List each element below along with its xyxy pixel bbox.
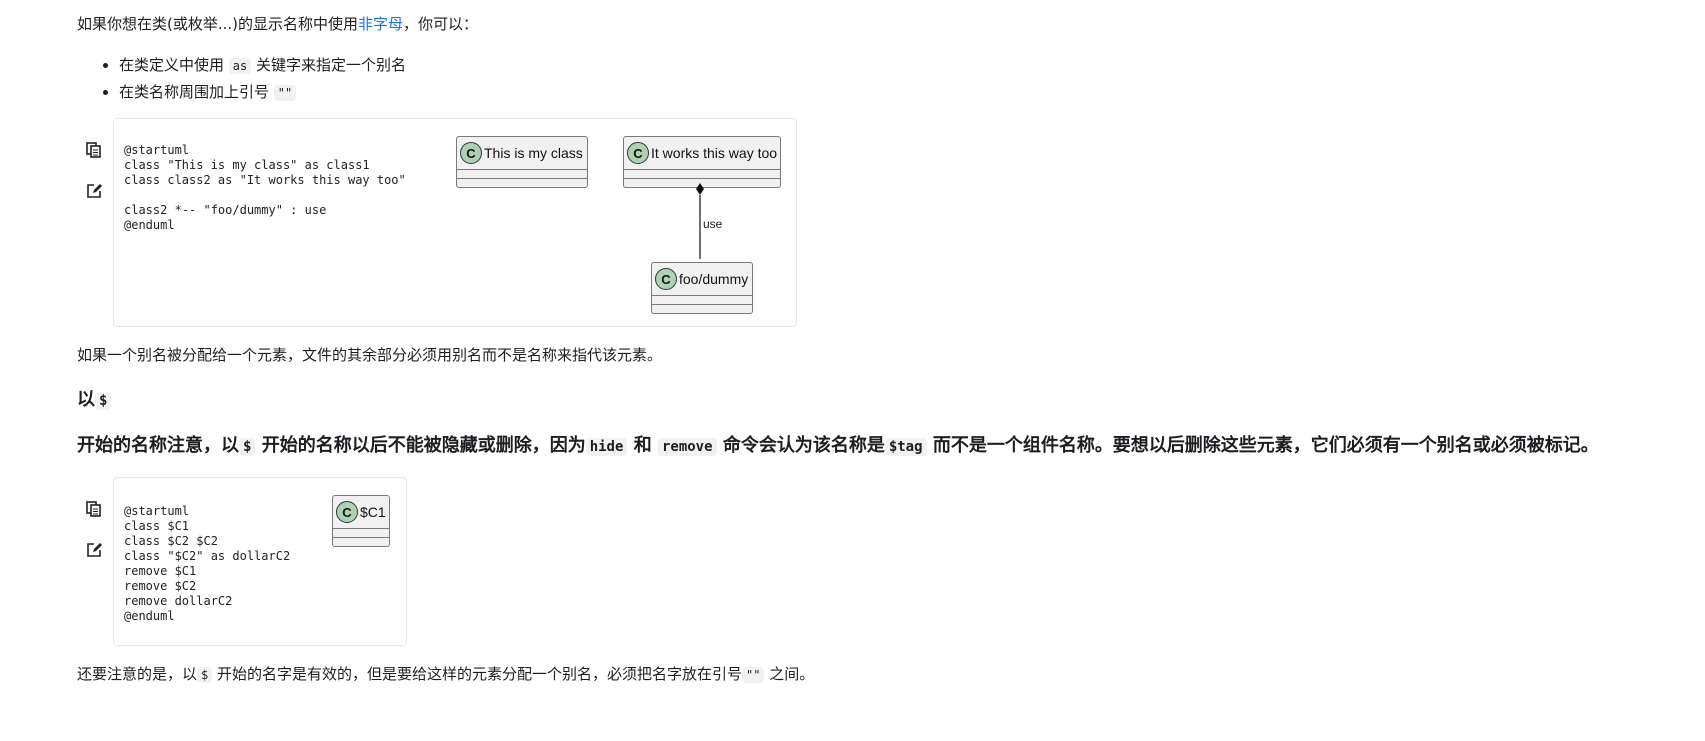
relation-label: use (703, 217, 723, 231)
edit-icon[interactable] (85, 182, 103, 200)
inline-code: "" (273, 85, 297, 101)
inline-code: $ (239, 438, 256, 456)
inline-code: hide (585, 438, 628, 456)
inline-code: as (228, 58, 252, 74)
composition-diamond-icon (696, 183, 704, 195)
example2-source-code: @startuml class $C1 class $C2 $C2 class … (124, 504, 291, 623)
heading-text: 和 (627, 435, 658, 456)
inline-code: $ (95, 392, 112, 410)
note-text: 之间。 (764, 665, 815, 683)
intro-text-end: ，你可以： (403, 15, 479, 33)
list-item-text: 关键字来指定一个别名 (256, 56, 407, 74)
section-heading: 以 $ (77, 389, 112, 412)
heading-text: 而不是一个组件名称。要想以后删除这些元素，它们必须有一个别名或必须被标记。 (926, 435, 1599, 456)
note-text: 开始的名字是有效的，但是要给这样的元素分配一个别名，必须把名字放在引号 (212, 665, 743, 683)
uml-class: C It works this way too (623, 136, 781, 188)
heading-text: 开始的名称注意，以 (77, 435, 239, 456)
example1-block: @startuml class "This is my class" as cl… (113, 118, 797, 327)
inline-code: $tag (884, 438, 927, 456)
class-name: $C1 (360, 504, 386, 520)
class-name: It works this way too (651, 145, 778, 161)
inline-code: remove (657, 438, 717, 456)
copy-icon[interactable] (85, 500, 103, 518)
heading-text: 命令会认为该名称是 (716, 435, 885, 456)
example2-block: @startuml class $C1 class $C2 $C2 class … (113, 477, 407, 646)
non-letter-link[interactable]: 非字母 (358, 15, 403, 33)
final-note: 还要注意的是，以 $ 开始的名字是有效的，但是要给这样的元素分配一个别名，必须把名… (77, 663, 814, 686)
class-icon: C (460, 142, 482, 164)
class-icon: C (627, 142, 649, 164)
heading-text: 以 (77, 389, 95, 410)
copy-icon[interactable] (85, 141, 103, 159)
intro-paragraph: 如果你想在类(或枚举...)的显示名称中使用非字母，你可以： (77, 13, 478, 35)
uml-class: Cfoo/dummy (651, 262, 753, 314)
alias-note: 如果一个别名被分配给一个元素，文件的其余部分必须用别名而不是名称来指代该元素。 (77, 346, 663, 364)
class-name: foo/dummy (679, 271, 749, 287)
class-icon: C (336, 501, 358, 523)
heading-text: 开始的名称以后不能被隐藏或删除，因为 (255, 435, 586, 456)
section-heading-continued: 开始的名称注意，以 $ 开始的名称以后不能被隐藏或删除，因为 hide 和 remo… (77, 435, 1599, 458)
list-item: 在类定义中使用 as 关键字来指定一个别名 (119, 52, 406, 79)
uml-class: C $C1 (332, 495, 390, 547)
class-icon: C (655, 268, 677, 290)
intro-text: 如果你想在类(或枚举...)的显示名称中使用 (77, 15, 359, 33)
list-item-text: 在类名称周围加上引号 (119, 83, 270, 101)
options-list: 在类定义中使用 as 关键字来指定一个别名 在类名称周围加上引号 "" (100, 52, 406, 106)
class-name: This is my class (484, 145, 583, 161)
example1-source-code: @startuml class "This is my class" as cl… (124, 143, 406, 232)
note-text: 还要注意的是，以 (77, 665, 198, 683)
list-item: 在类名称周围加上引号 "" (119, 79, 406, 106)
uml-class: C This is my class (456, 136, 588, 188)
inline-code: $ (197, 667, 213, 683)
inline-code: "" (742, 667, 765, 683)
list-item-text: 在类定义中使用 (119, 56, 225, 74)
edit-icon[interactable] (85, 541, 103, 559)
